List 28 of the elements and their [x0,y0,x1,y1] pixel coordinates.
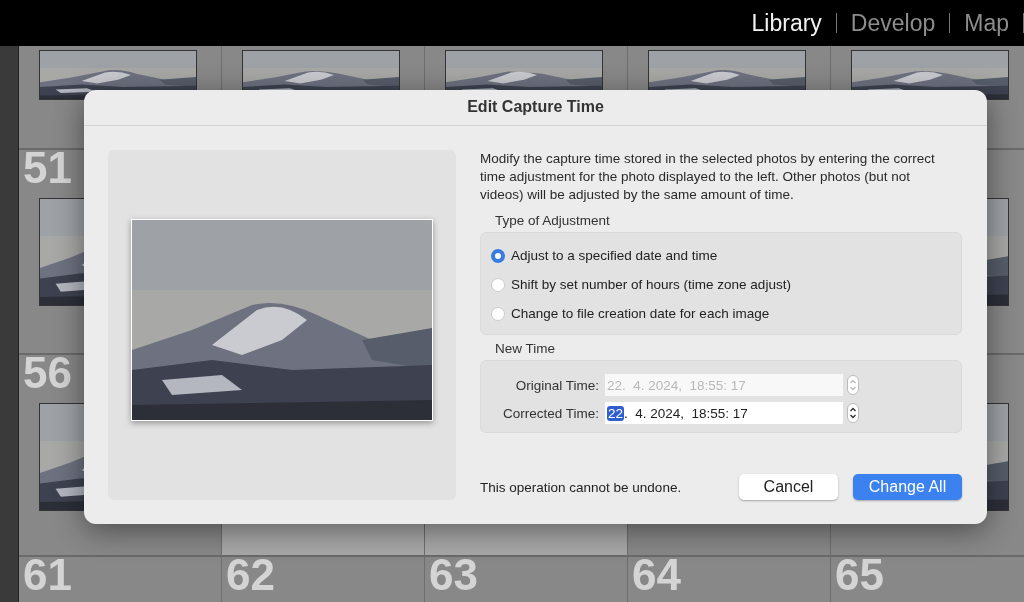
stepper-icon[interactable] [847,403,859,423]
radio-option[interactable]: Change to file creation date for each image [491,299,951,328]
cell-number: 51 [23,150,72,190]
selected-segment[interactable]: 22 [607,405,625,421]
cell-number: 61 [23,557,72,597]
cell-number: 62 [226,557,275,597]
cell-number: 63 [429,557,478,597]
cancel-button[interactable]: Cancel [739,474,838,500]
cell-number: 65 [835,557,884,597]
description-text: Modify the capture time stored in the selected photos by entering the correct time adjustment for the photo displayed to the left. Other photos (but not videos) will be adjusted by the same amount of time. [480,150,936,204]
field-label: Corrected Time: [501,405,599,421]
date-time-field[interactable]: 22. 4. 2024, 18:55: 17 [605,402,843,424]
group-label: New Time [495,341,556,356]
radio-option[interactable]: Adjust to a specified date and time [491,241,951,270]
radio-option[interactable]: Shift by set number of hours (time zone adjust) [491,270,951,299]
group-label: Type of Adjustment [495,213,611,228]
field-value: . 4. 2024, 18:55: 17 [624,405,748,421]
module-tab[interactable]: Library [751,9,822,37]
field-value: 22. 4. 2024, 18:55: 17 [607,377,746,393]
stepper-icon [847,375,859,395]
field-label: Original Time: [514,377,599,393]
cell-number: 64 [632,557,681,597]
cell-number: 56 [23,355,72,395]
module-tab[interactable]: Map [964,9,1009,37]
dialog-title: Edit Capture Time [84,90,987,126]
module-tab[interactable]: Develop [850,9,936,37]
warning-text: This operation cannot be undone. [480,479,683,495]
change-all-button[interactable]: Change All [853,474,962,500]
